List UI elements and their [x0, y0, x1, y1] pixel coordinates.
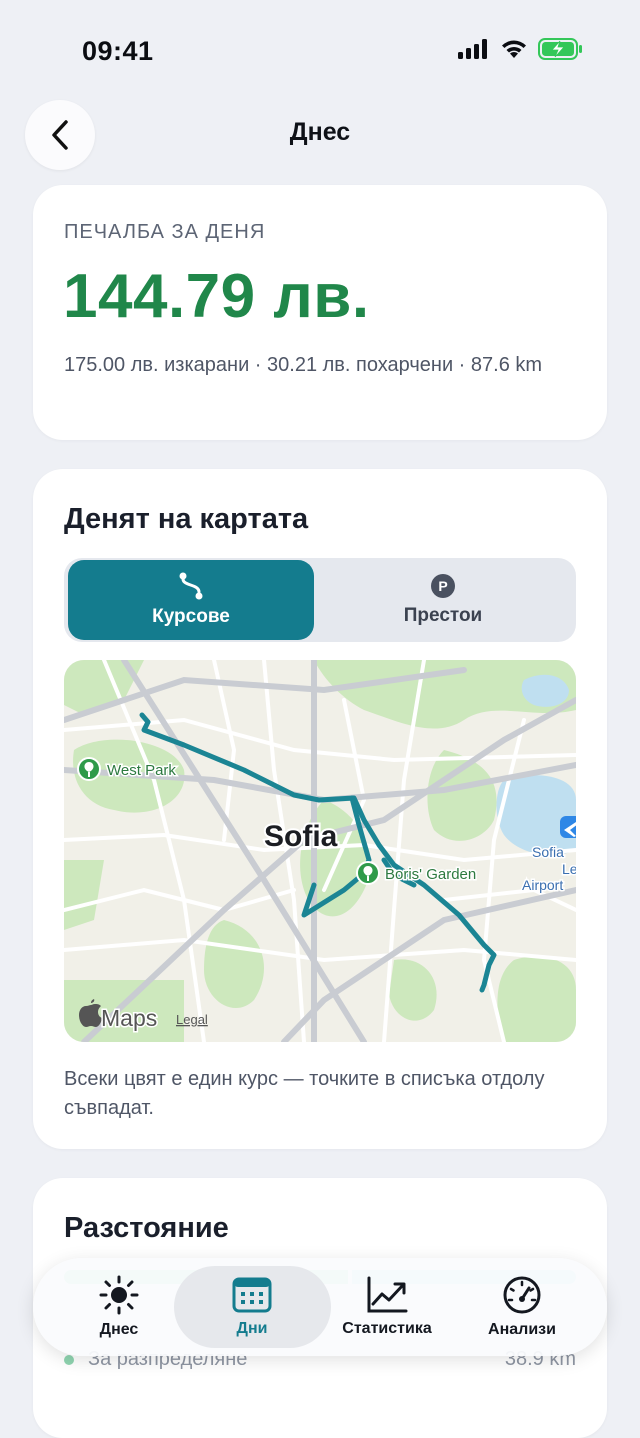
wifi-icon: [502, 40, 526, 58]
tab-today-label: Днес: [99, 1321, 139, 1338]
segment-stops[interactable]: P Престои: [320, 560, 566, 640]
poi-airport-label-clip: Lev: [562, 861, 576, 877]
calendar-icon: [232, 1277, 272, 1313]
tab-statistics[interactable]: Статистика: [322, 1258, 452, 1356]
segment-trips[interactable]: Курсове: [68, 560, 314, 640]
gauge-icon: [503, 1276, 541, 1314]
tab-days[interactable]: Дни: [187, 1258, 317, 1356]
tab-bar: Днес Дни Статистика Анализи: [33, 1258, 607, 1356]
cellular-signal-icon: [458, 39, 487, 59]
status-icons: [458, 38, 584, 60]
legend-dot: [64, 1354, 74, 1365]
poi-boris-garden-label: Boris' Garden: [385, 866, 476, 883]
map-card-heading: Денят на картата: [64, 503, 309, 535]
tab-analyses-label: Анализи: [488, 1321, 556, 1338]
tab-analyses[interactable]: Анализи: [457, 1258, 587, 1356]
map-city-label: Sofia: [264, 820, 338, 853]
map-mode-segmented-control: Курсове P Престои: [64, 558, 576, 642]
maps-attribution-label: Maps: [101, 1005, 157, 1031]
tab-today[interactable]: Днес: [54, 1258, 184, 1356]
map-legal-link[interactable]: Legal: [176, 1012, 208, 1027]
distance-heading: Разстояние: [64, 1212, 229, 1244]
map-caption: Всеки цвят е един курс — точките в списъ…: [64, 1068, 545, 1119]
status-bar: 09:41: [0, 0, 640, 100]
profit-summary: 175.00 лв. изкарани · 30.21 лв. похарчен…: [64, 354, 543, 376]
day-map-card: Денят на картата Курсове P Престои West …: [33, 469, 607, 1149]
poi-west-park[interactable]: West Park: [77, 757, 178, 781]
tab-days-label: Дни: [236, 1320, 268, 1337]
status-time: 09:41: [82, 36, 154, 66]
sun-icon: [99, 1275, 139, 1315]
daily-profit-card: ПЕЧАЛБА ЗА ДЕНЯ 144.79 лв. 175.00 лв. из…: [33, 185, 607, 440]
profit-label: ПЕЧАЛБА ЗА ДЕНЯ: [64, 221, 266, 243]
poi-airport-label-line1: Sofia: [532, 844, 564, 860]
segment-trips-label: Курсове: [152, 606, 230, 627]
poi-boris-garden[interactable]: Boris' Garden: [356, 861, 478, 885]
route-icon: [179, 572, 203, 600]
battery-charging-icon: [538, 38, 582, 60]
page-title: Днес: [289, 118, 351, 146]
chart-icon: [367, 1276, 408, 1313]
parking-icon: P: [431, 574, 455, 598]
poi-airport-label-line2: Airport: [522, 877, 563, 893]
tab-statistics-label: Статистика: [342, 1320, 432, 1337]
svg-text:P: P: [438, 578, 447, 594]
poi-west-park-label: West Park: [107, 762, 176, 779]
trips-map[interactable]: West Park Boris' Garden Sofia Airport Le…: [64, 660, 576, 1042]
segment-stops-label: Престои: [403, 605, 483, 626]
profit-amount: 144.79 лв.: [63, 262, 370, 331]
